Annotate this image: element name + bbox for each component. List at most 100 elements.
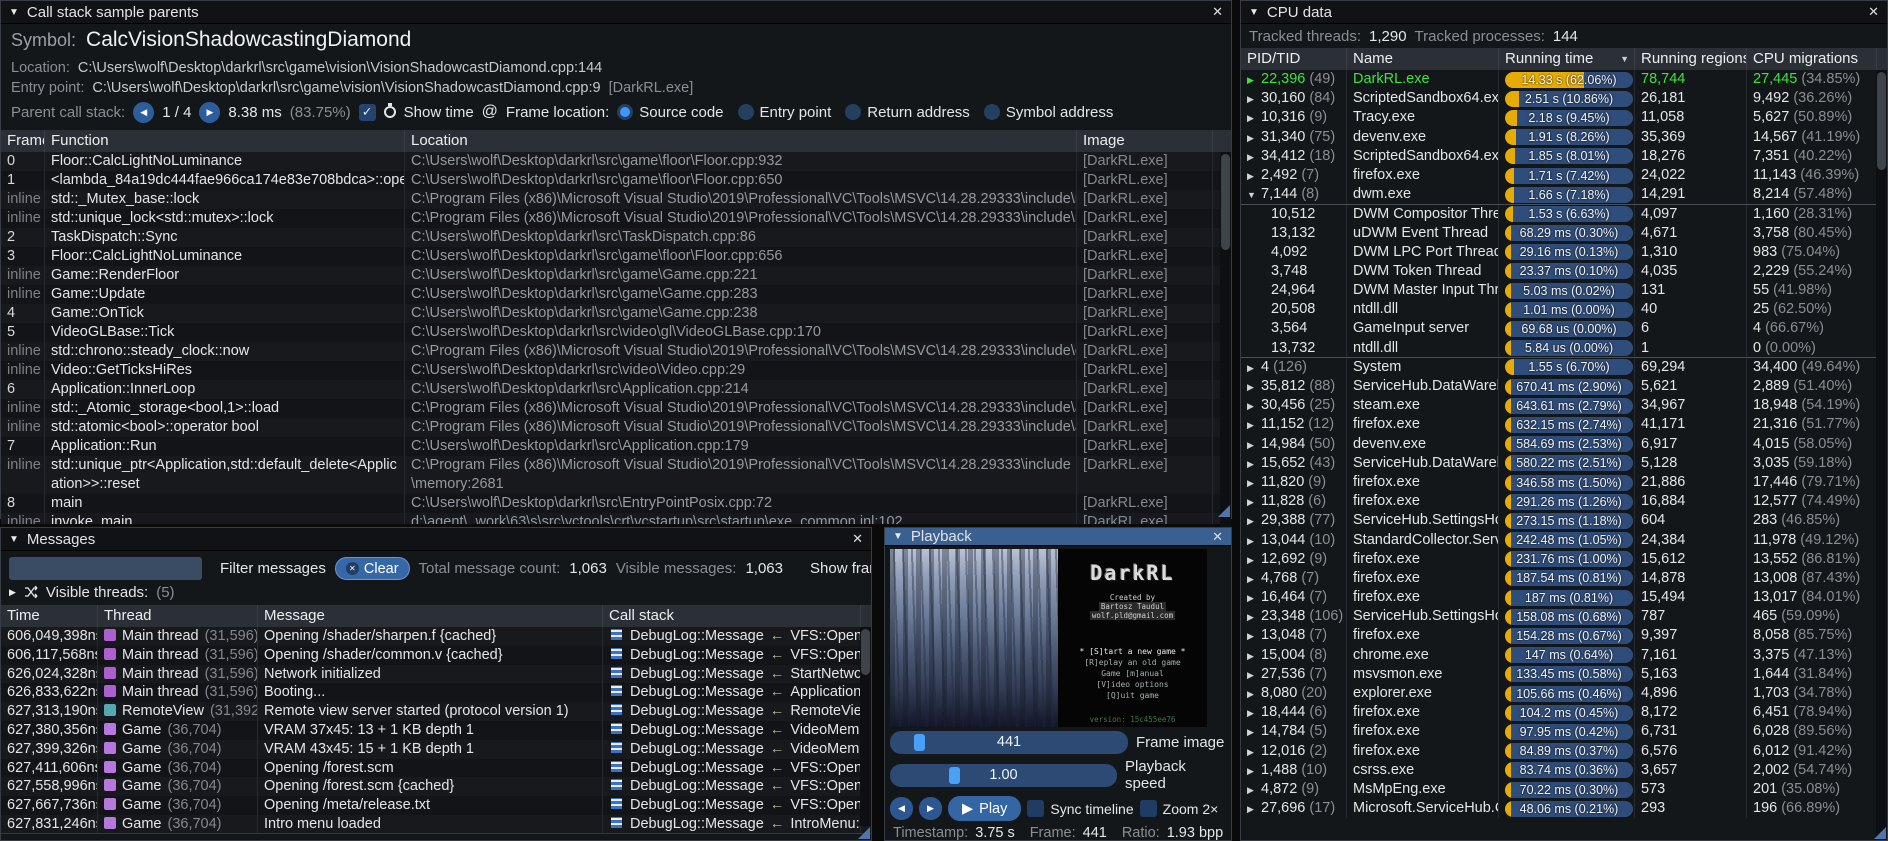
column-header[interactable]: Name (1347, 48, 1499, 70)
playback-titlebar[interactable]: ▼ Playback ✕ (885, 528, 1231, 546)
expand-row-icon[interactable]: ▶ (1247, 90, 1261, 108)
scrollbar-thumb[interactable] (1221, 154, 1230, 250)
process-row[interactable]: ▶4,872 (9)MsMpEng.exe70.22 ms (0.30%)573… (1241, 780, 1887, 799)
next-sample-button[interactable]: ▶ (199, 102, 220, 123)
process-row[interactable]: ▶15,652 (43)ServiceHub.DataWarehouseHost… (1241, 454, 1887, 473)
column-header[interactable]: CPU migrations (1747, 48, 1877, 70)
callstack-row[interactable]: inlineGame::UpdateC:\Users\wolf\Desktop\… (1, 285, 1231, 304)
show-time-checkbox[interactable]: ✓ (359, 104, 376, 121)
process-row[interactable]: ▶16,464 (7)firefox.exe187 ms (0.81%)15,4… (1241, 588, 1887, 607)
process-row[interactable]: ▶14,984 (50)devenv.exe584.69 ms (2.53%)6… (1241, 435, 1887, 454)
process-row[interactable]: ▶10,316 (9)Tracy.exe2.18 s (9.45%)11,058… (1241, 108, 1887, 127)
collapse-row-icon[interactable]: ▼ (1247, 186, 1261, 204)
callstack-row[interactable]: inlinestd::_Atomic_storage<bool,1>::load… (1, 399, 1231, 418)
message-callstack[interactable]: DebugLog::Message←VideoMemo (603, 721, 861, 740)
callstack-row[interactable]: 1<lambda_84a19dc444fae966ca174e83e708bdc… (1, 171, 1231, 190)
collapse-icon[interactable]: ▼ (1249, 7, 1259, 18)
process-row[interactable]: ▶27,696 (17)Microsoft.ServiceHub.Control… (1241, 799, 1887, 818)
collapse-icon[interactable]: ▼ (9, 534, 19, 545)
callstack-row[interactable]: 7Application::RunC:\Users\wolf\Desktop\d… (1, 437, 1231, 456)
scrollbar-thumb[interactable] (861, 629, 870, 675)
process-row[interactable]: ▶27,536 (7)msvsmon.exe133.45 ms (0.58%)5… (1241, 665, 1887, 684)
callstack-row[interactable]: 4Game::OnTickC:\Users\wolf\Desktop\darkr… (1, 304, 1231, 323)
expand-row-icon[interactable]: ▶ (1247, 704, 1261, 722)
expand-row-icon[interactable]: ▶ (1247, 359, 1261, 377)
expand-row-icon[interactable]: ▶ (1247, 800, 1261, 818)
callstack-row[interactable]: inlineGame::RenderFloorC:\Users\wolf\Des… (1, 266, 1231, 285)
next-frame-button[interactable]: ▶ (919, 797, 942, 820)
message-row[interactable]: 606,117,568nsMain thread(31,596)Opening … (1, 646, 871, 665)
radio-icon[interactable] (738, 104, 754, 120)
expand-row-icon[interactable]: ▶ (1247, 148, 1261, 166)
callstack-row[interactable]: inlineinvoke_maind:\agent\_work\63\s\src… (1, 513, 1231, 524)
message-callstack[interactable]: DebugLog::Message←VFS::Open (603, 796, 861, 815)
message-row[interactable]: 627,411,606nsGame(36,704)Opening /forest… (1, 759, 871, 778)
expand-row-icon[interactable]: ▶ (1247, 551, 1261, 569)
resize-grip[interactable] (858, 827, 870, 839)
expand-row-icon[interactable]: ▶ (1247, 608, 1261, 626)
process-row[interactable]: 13,132uDWM Event Thread68.29 ms (0.30%)4… (1241, 224, 1887, 243)
message-callstack[interactable]: DebugLog::Message←VFS::Open (603, 759, 861, 778)
close-icon[interactable]: ✕ (852, 531, 863, 547)
expand-row-icon[interactable]: ▶ (1247, 167, 1261, 185)
messages-titlebar[interactable]: ▼ Messages ✕ (1, 528, 871, 551)
process-row[interactable]: ▶11,152 (12)firefox.exe632.15 ms (2.74%)… (1241, 415, 1887, 434)
collapse-icon[interactable]: ▼ (9, 7, 19, 18)
expand-row-icon[interactable]: ▶ (1247, 589, 1261, 607)
message-row[interactable]: 627,380,356nsGame(36,704)VRAM 37x45: 13 … (1, 721, 871, 740)
process-row[interactable]: ▶30,160 (84)ScriptedSandbox64.exe2.51 s … (1241, 89, 1887, 108)
resize-grip[interactable] (1218, 505, 1230, 517)
callstack-row[interactable]: inlinestd::unique_lock<std::mutex>::lock… (1, 209, 1231, 228)
process-row[interactable]: ▶11,828 (6)firefox.exe291.26 ms (1.26%)1… (1241, 492, 1887, 511)
clear-button[interactable]: ✕Clear (335, 557, 410, 580)
column-header[interactable]: Running time▼ (1499, 48, 1635, 70)
expand-row-icon[interactable]: ▶ (1247, 416, 1261, 434)
expand-row-icon[interactable]: ▶ (1247, 666, 1261, 684)
callstack-row[interactable]: 8mainC:\Users\wolf\Desktop\darkrl\src\En… (1, 494, 1231, 513)
process-row[interactable]: ▶18,444 (6)firefox.exe104.2 ms (0.45%)8,… (1241, 703, 1887, 722)
callstack-row[interactable]: inlineVideo::GetTicksHiResC:\Users\wolf\… (1, 361, 1231, 380)
process-row[interactable]: ▶4,768 (7)firefox.exe187.54 ms (0.81%)14… (1241, 569, 1887, 588)
expand-row-icon[interactable]: ▶ (1247, 723, 1261, 741)
close-icon[interactable]: ✕ (1212, 4, 1223, 20)
message-callstack[interactable]: DebugLog::Message←Application: (603, 683, 861, 702)
callstack-row[interactable]: inlinestd::_Mutex_base::lockC:\Program F… (1, 190, 1231, 209)
process-row[interactable]: ▶35,812 (88)ServiceHub.DataWarehouseHost… (1241, 377, 1887, 396)
prev-frame-button[interactable]: ◀ (890, 797, 913, 820)
frame-location-radio[interactable]: Entry point (738, 104, 832, 121)
sync-timeline-checkbox[interactable] (1027, 800, 1044, 817)
process-row[interactable]: ▶30,456 (25)steam.exe643.61 ms (2.79%)34… (1241, 396, 1887, 415)
expand-row-icon[interactable]: ▶ (1247, 109, 1261, 127)
expand-row-icon[interactable]: ▶ (1247, 455, 1261, 473)
radio-selected-icon[interactable] (617, 104, 633, 120)
process-row[interactable]: ▶34,412 (18)ScriptedSandbox64.exe1.85 s … (1241, 147, 1887, 166)
callstack-row[interactable]: 3Floor::CalcLightNoLuminanceC:\Users\wol… (1, 247, 1231, 266)
expand-row-icon[interactable]: ▶ (1247, 762, 1261, 780)
radio-icon[interactable] (984, 104, 1000, 120)
process-row[interactable]: 3,564GameInput server69.68 us (0.00%)64 … (1241, 319, 1887, 338)
message-row[interactable]: 627,313,190nsRemoteView(31,392)Remote vi… (1, 702, 871, 721)
message-callstack[interactable]: DebugLog::Message←VFS::Open (603, 627, 861, 646)
scrollbar-thumb[interactable] (1877, 72, 1886, 170)
message-row[interactable]: 627,558,996nsGame(36,704)Opening /forest… (1, 777, 871, 796)
process-row[interactable]: ▶11,820 (9)firefox.exe346.58 ms (1.50%)2… (1241, 473, 1887, 492)
expand-row-icon[interactable]: ▶ (1247, 532, 1261, 550)
expand-row-icon[interactable]: ▶ (1247, 627, 1261, 645)
process-row[interactable]: ▶14,784 (5)firefox.exe97.95 ms (0.42%)6,… (1241, 722, 1887, 741)
message-callstack[interactable]: DebugLog::Message←VideoMemo (603, 740, 861, 759)
process-row[interactable]: ▶13,048 (7)firefox.exe154.28 ms (0.67%)9… (1241, 626, 1887, 645)
message-row[interactable]: 627,399,326nsGame(36,704)VRAM 43x45: 15 … (1, 740, 871, 759)
callstack-row[interactable]: inlinestd::unique_ptr<Application,std::d… (1, 456, 1231, 494)
message-row[interactable]: 627,831,246nsGame(36,704)Intro menu load… (1, 815, 871, 834)
process-row[interactable]: 3,748DWM Token Thread23.37 ms (0.10%)4,0… (1241, 262, 1887, 281)
process-row[interactable]: ▶8,080 (20)explorer.exe105.66 ms (0.46%)… (1241, 684, 1887, 703)
message-callstack[interactable]: DebugLog::Message←StartNetwo (603, 665, 861, 684)
callstack-row[interactable]: 0Floor::CalcLightNoLuminanceC:\Users\wol… (1, 152, 1231, 171)
expand-row-icon[interactable]: ▶ (1247, 129, 1261, 147)
expand-row-icon[interactable]: ▶ (1247, 743, 1261, 761)
process-row[interactable]: ▶13,044 (10)StandardCollector.Service.ex… (1241, 531, 1887, 550)
play-button[interactable]: ▶Play (948, 796, 1021, 821)
frame-location-radio[interactable]: Symbol address (984, 104, 1114, 121)
callstack-row[interactable]: inlinestd::chrono::steady_clock::nowC:\P… (1, 342, 1231, 361)
message-callstack[interactable]: DebugLog::Message←VFS::Open (603, 777, 861, 796)
